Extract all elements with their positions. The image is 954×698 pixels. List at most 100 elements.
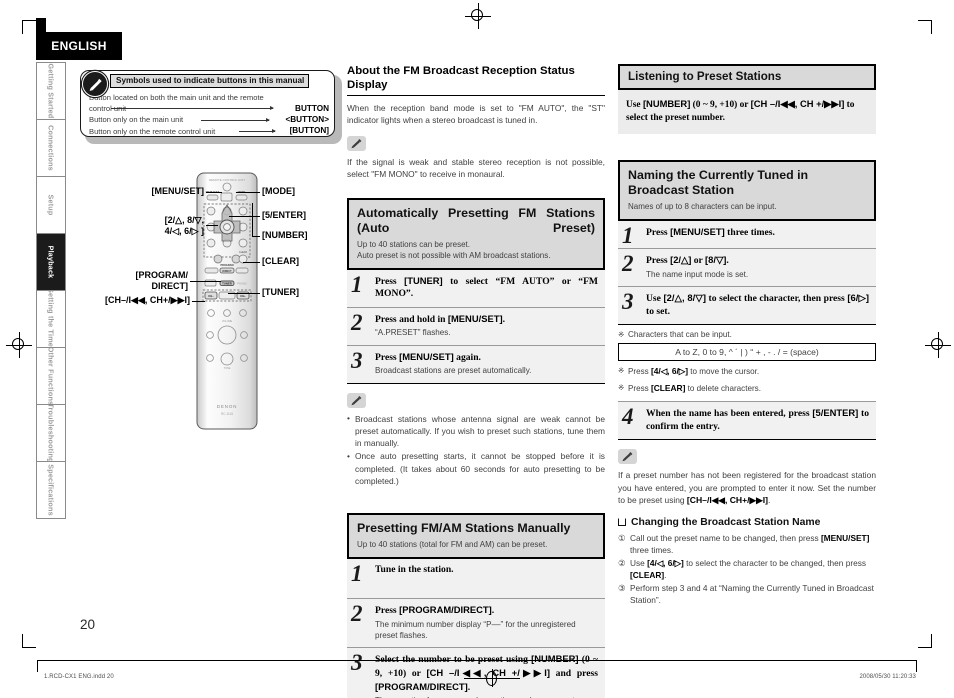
- step-number: 3: [622, 289, 634, 314]
- svg-text:TUNER: TUNER: [222, 282, 232, 286]
- fm-status-note: If the signal is weak and stable stereo …: [347, 156, 605, 180]
- step-number: 1: [351, 561, 363, 587]
- auto-preset-title: Automatically Presetting FM Stations (Au…: [357, 205, 595, 235]
- footer-registration-mark: [464, 669, 520, 687]
- listening-body-mid: (0 ~ 9, +10) or: [690, 100, 751, 110]
- step-key: [5/ENTER]: [812, 407, 859, 419]
- sidebar-item-label: Getting Started: [46, 63, 56, 119]
- sidebar-item-getting-started[interactable]: Getting Started: [37, 63, 65, 120]
- step-text-pre: Use: [646, 293, 664, 304]
- step-text-post: and press: [549, 668, 598, 680]
- step-text-tail: to set.: [646, 305, 670, 317]
- sidebar-item-specifications[interactable]: Specifications: [37, 462, 65, 519]
- step-text: Use [2/△, 8/▽] to select the character, …: [646, 292, 869, 318]
- list-text-post: three times.: [630, 544, 674, 555]
- manual-page: ENGLISH Getting Started Connections Setup P…: [0, 0, 954, 698]
- step-sub: Broadcast stations are preset automatica…: [375, 366, 532, 376]
- auto-preset-section: Automatically Presetting FM Stations (Au…: [347, 197, 605, 487]
- step-key: [6/▷]: [847, 292, 869, 303]
- footer-timestamp: 2008/05/30 11:20:33: [859, 674, 916, 680]
- naming-steps: 1 Press [MENU/SET] three times. 2 Press …: [618, 221, 876, 326]
- symbols-legend-box: Symbols used to indicate buttons in this…: [80, 70, 342, 144]
- clear-note-post: to delete characters.: [685, 384, 761, 394]
- manual-preset-sub1: Up to 40 stations (total for FM and AM) …: [357, 540, 548, 550]
- sidebar-item-setting-the-timer[interactable]: Setting the Timer: [37, 291, 65, 348]
- right-column: Listening to Preset Stations Use [NUMBER…: [618, 64, 876, 607]
- sidebar-item-label: Troubleshooting: [46, 405, 56, 462]
- symbols-row-label: Button located on both the main unit and…: [89, 93, 264, 114]
- manual-preset-header: Presetting FM/AM Stations Manually Up to…: [347, 513, 605, 560]
- charset-note: Characters that can be input.: [618, 329, 876, 341]
- registration-mark-top: [465, 3, 491, 29]
- step-item: 2 Press [PROGRAM/DIRECT]. The minimum nu…: [347, 599, 605, 649]
- step-text-mid: to select the character, then press: [705, 293, 848, 304]
- sidebar-item-label: Playback: [46, 245, 56, 279]
- step-key: [PROGRAM/DIRECT]: [375, 680, 468, 692]
- pen-note-icon: [618, 449, 637, 465]
- list-key: [CLEAR]: [630, 569, 665, 580]
- footer-rule: [37, 660, 917, 661]
- remote-label-program-direct-line1: [PROGRAM/: [135, 270, 189, 280]
- step-text: Press [PROGRAM/DIRECT].: [375, 604, 598, 618]
- sidebar-item-other-functions[interactable]: Other Functions: [37, 348, 65, 405]
- step-sub: “A.PRESET” flashes.: [375, 328, 451, 338]
- step-number: 3: [351, 650, 363, 676]
- auto-preset-header: Automatically Presetting FM Stations (Au…: [347, 197, 605, 270]
- symbols-row: Button located on both the main unit and…: [89, 92, 329, 114]
- symbols-row: Button only on the remote control unit […: [89, 126, 329, 137]
- step-text-mid: or: [691, 255, 706, 266]
- naming-header: Naming the Currently Tuned in Broadcast …: [618, 160, 876, 221]
- naming-step-4: 4 When the name has been entered, press …: [618, 401, 876, 441]
- sidebar-item-label: Other Functions: [46, 348, 56, 405]
- step-key: [2/△]: [670, 254, 692, 265]
- step-text-pre: Press: [375, 351, 400, 363]
- fm-status-body: When the reception band mode is set to "…: [347, 103, 605, 126]
- sidebar-item-connections[interactable]: Connections: [37, 120, 65, 177]
- list-key: [MENU/SET]: [820, 532, 870, 543]
- footer-tick-right: [916, 660, 917, 672]
- cursor-note-key: [4/◁, 6/▷]: [650, 366, 689, 377]
- svg-text:TONE: TONE: [224, 367, 231, 370]
- list-text-pre: Use: [630, 557, 648, 568]
- preset-number-note-post: .: [768, 495, 771, 506]
- preset-number-note-key: [CH–/I◀◀, CH+/▶▶I]: [686, 495, 769, 506]
- svg-text:DENON: DENON: [217, 404, 238, 409]
- cursor-note-pre: Press: [628, 367, 651, 377]
- symbols-row-target: BUTTON: [295, 103, 329, 113]
- manual-preset-title: Presetting FM/AM Stations Manually: [357, 521, 571, 536]
- symbols-row-label: Button only on the remote control unit: [89, 126, 216, 136]
- list-item: Broadcast stations whose antenna signal …: [347, 412, 605, 450]
- fm-status-heading: About the FM Broadcast Reception Status …: [347, 64, 605, 96]
- sidebar-item-setup[interactable]: Setup: [37, 177, 65, 234]
- step-number: 2: [622, 251, 634, 276]
- remote-label-cursor-line1: [2/△, 8/▽,: [164, 215, 204, 225]
- pen-note-icon: [82, 71, 108, 97]
- sidebar-item-label: Connections: [46, 125, 56, 171]
- remote-label-ch: [CH–/I◀◀, CH+/▶▶I]: [105, 295, 190, 305]
- listening-body-pre: Use: [626, 100, 643, 110]
- naming-title: Naming the Currently Tuned in Broadcast …: [628, 168, 809, 197]
- step-text-pre: Press: [375, 275, 405, 287]
- svg-text:CLEAR: CLEAR: [239, 251, 247, 254]
- remote-label-mode: [MODE]: [262, 186, 295, 196]
- pen-note-icon: [347, 392, 366, 408]
- list-marker: ①: [618, 532, 626, 543]
- symbols-legend-title: Symbols used to indicate buttons in this…: [110, 74, 310, 88]
- auto-preset-steps: 1 Press [TUNER] to select “FM AUTO” or “…: [347, 269, 605, 384]
- step-number: 1: [622, 223, 634, 248]
- step-text-post: .: [502, 313, 505, 325]
- step-text: Tune in the station.: [375, 564, 598, 577]
- step-item: 1 Press [TUNER] to select “FM AUTO” or “…: [347, 269, 605, 308]
- sidebar-item-playback[interactable]: Playback: [37, 234, 65, 291]
- sidebar-item-label: Setting the Timer: [46, 291, 56, 348]
- remote-label-number: [NUMBER]: [262, 230, 308, 240]
- step-number: 4: [622, 404, 634, 430]
- step-key: [TUNER]: [404, 274, 443, 286]
- step-text: Press [TUNER] to select “FM AUTO” or “FM…: [375, 275, 598, 301]
- middle-column: About the FM Broadcast Reception Status …: [347, 64, 605, 698]
- sidebar-item-troubleshooting[interactable]: Troubleshooting: [37, 405, 65, 462]
- step-text: Press and hold in [MENU/SET].: [375, 313, 598, 327]
- step-key: [MENU/SET]: [399, 350, 454, 362]
- symbols-row-target: <BUTTON>: [285, 114, 329, 124]
- svg-text:RC-1116: RC-1116: [221, 412, 234, 416]
